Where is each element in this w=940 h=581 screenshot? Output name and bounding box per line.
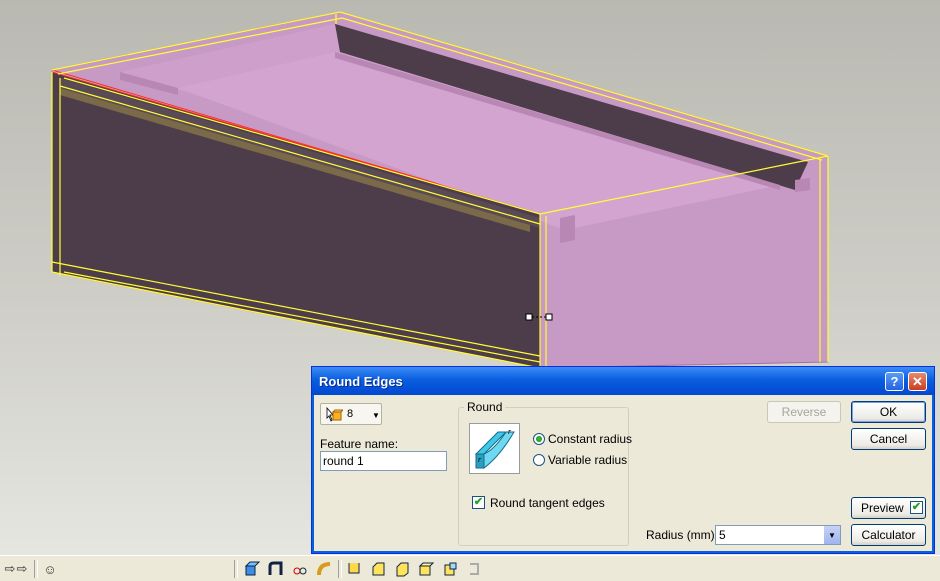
help-button[interactable]: ? [885, 372, 904, 391]
reverse-button[interactable]: Reverse [767, 401, 841, 423]
constant-radius-label: Constant radius [548, 432, 633, 446]
round-edges-icon[interactable] [344, 559, 364, 579]
variable-radius-radio[interactable] [533, 454, 545, 466]
variable-radius-label: Variable radius [548, 453, 628, 467]
pipe-icon[interactable] [314, 559, 334, 579]
round-tangent-label: Round tangent edges [490, 496, 605, 510]
selected-edge-count: 8 [347, 408, 354, 420]
preview-label: Preview [861, 501, 904, 515]
dialog-title: Round Edges [319, 374, 403, 389]
round-edge-preview-icon: r r [474, 427, 515, 470]
loft-icon[interactable] [290, 559, 310, 579]
feature-name-label: Feature name: [320, 437, 399, 451]
disabled-feature-icon [464, 559, 484, 579]
calculator-button[interactable]: Calculator [851, 524, 926, 546]
preview-checkbox[interactable]: ✔ [910, 501, 923, 514]
close-button[interactable]: ✕ [908, 372, 927, 391]
smiley-icon[interactable]: ☺ [40, 559, 60, 579]
round-edges-dialog: Round Edges ? ✕ 8 ▼ Feature name: Round … [311, 366, 935, 554]
shell-icon[interactable] [392, 559, 412, 579]
radius-value[interactable]: 5 [719, 528, 726, 542]
chamfer-icon[interactable] [368, 559, 388, 579]
radius-combo[interactable]: 5 ▼ [715, 525, 841, 545]
bottom-toolbar: ⇨ ⇨ ☺ [0, 555, 940, 581]
draft-icon[interactable] [440, 559, 460, 579]
round-tangent-checkbox[interactable]: ✔ [472, 496, 485, 509]
sweep-icon[interactable] [266, 559, 286, 579]
chevron-down-icon[interactable]: ▼ [824, 526, 840, 544]
cancel-button[interactable]: Cancel [851, 428, 926, 450]
constant-radius-radio[interactable] [533, 433, 545, 445]
edge-select-icon [326, 407, 343, 422]
radius-label: Radius (mm): [646, 528, 719, 542]
thicken-icon[interactable] [416, 559, 436, 579]
preview-button[interactable]: Preview ✔ [851, 497, 926, 519]
feature-name-input[interactable] [320, 451, 447, 471]
dialog-title-bar[interactable]: Round Edges ? ✕ [312, 367, 934, 395]
round-group-label: Round [464, 400, 506, 414]
arrow-right-icon[interactable]: ⇨ [12, 559, 32, 579]
ok-button[interactable]: OK [851, 401, 926, 423]
extrude-icon[interactable] [242, 559, 262, 579]
round-preview-image: r r [469, 423, 520, 474]
edge-selection-dropdown[interactable]: 8 ▼ [320, 403, 382, 425]
chevron-down-icon: ▼ [372, 411, 380, 420]
